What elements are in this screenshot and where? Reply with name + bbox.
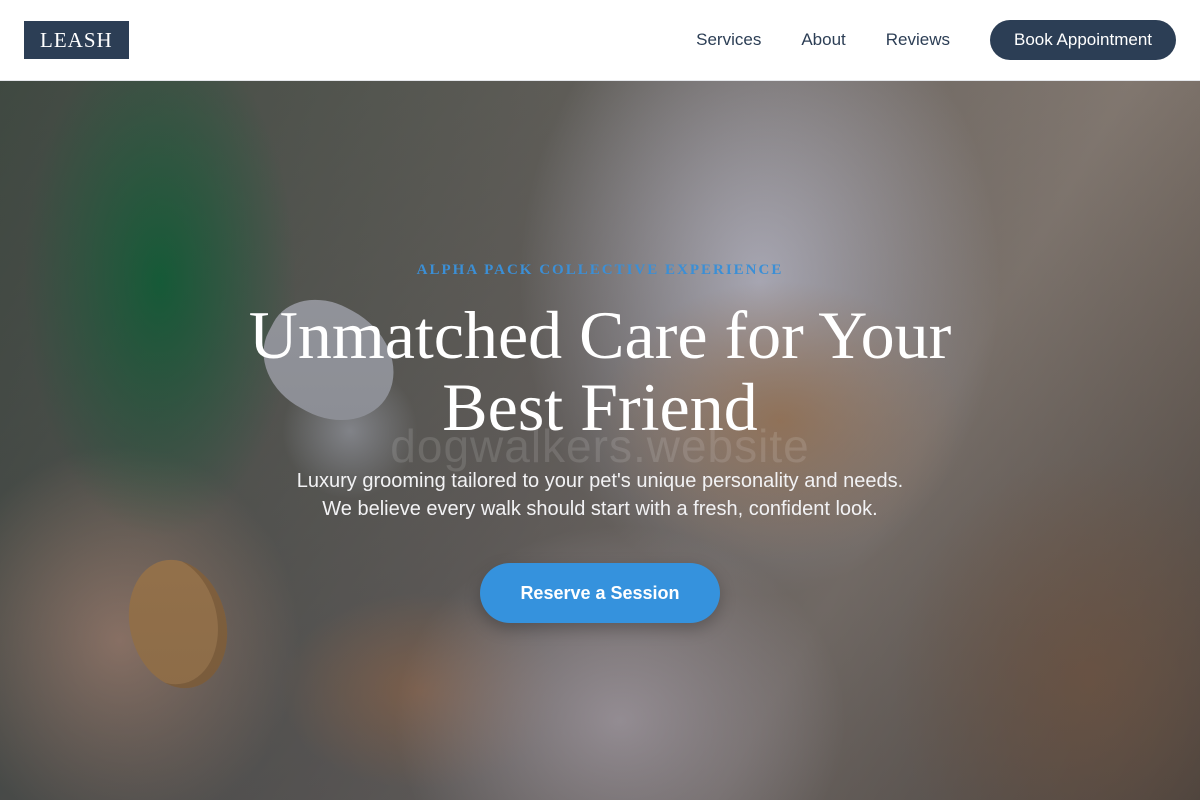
nav-link-reviews[interactable]: Reviews	[886, 30, 950, 50]
top-navbar: LEASH Services About Reviews Book Appoin…	[0, 0, 1200, 81]
reserve-session-button[interactable]: Reserve a Session	[480, 563, 720, 623]
hero-headline-line1: Unmatched Care for Your	[248, 297, 952, 373]
hero-section: dogwalkers.website ALPHA PACK COLLECTIVE…	[0, 81, 1200, 800]
brand-logo[interactable]: LEASH	[24, 21, 129, 59]
hero-content: ALPHA PACK COLLECTIVE EXPERIENCE Unmatch…	[0, 81, 1200, 800]
hero-headline: Unmatched Care for Your Best Friend	[200, 299, 1000, 443]
nav-link-about[interactable]: About	[801, 30, 845, 50]
hero-subtext-line2: We believe every walk should start with …	[322, 498, 878, 520]
book-appointment-button[interactable]: Book Appointment	[990, 20, 1176, 60]
hero-headline-line2: Best Friend	[442, 369, 758, 445]
hero-subtext-line1: Luxury grooming tailored to your pet's u…	[296, 470, 904, 492]
hero-eyebrow: ALPHA PACK COLLECTIVE EXPERIENCE	[416, 262, 784, 278]
main-nav: Services About Reviews Book Appointment	[696, 20, 1176, 60]
nav-link-services[interactable]: Services	[696, 30, 761, 50]
hero-subtext: Luxury grooming tailored to your pet's u…	[200, 467, 1000, 523]
